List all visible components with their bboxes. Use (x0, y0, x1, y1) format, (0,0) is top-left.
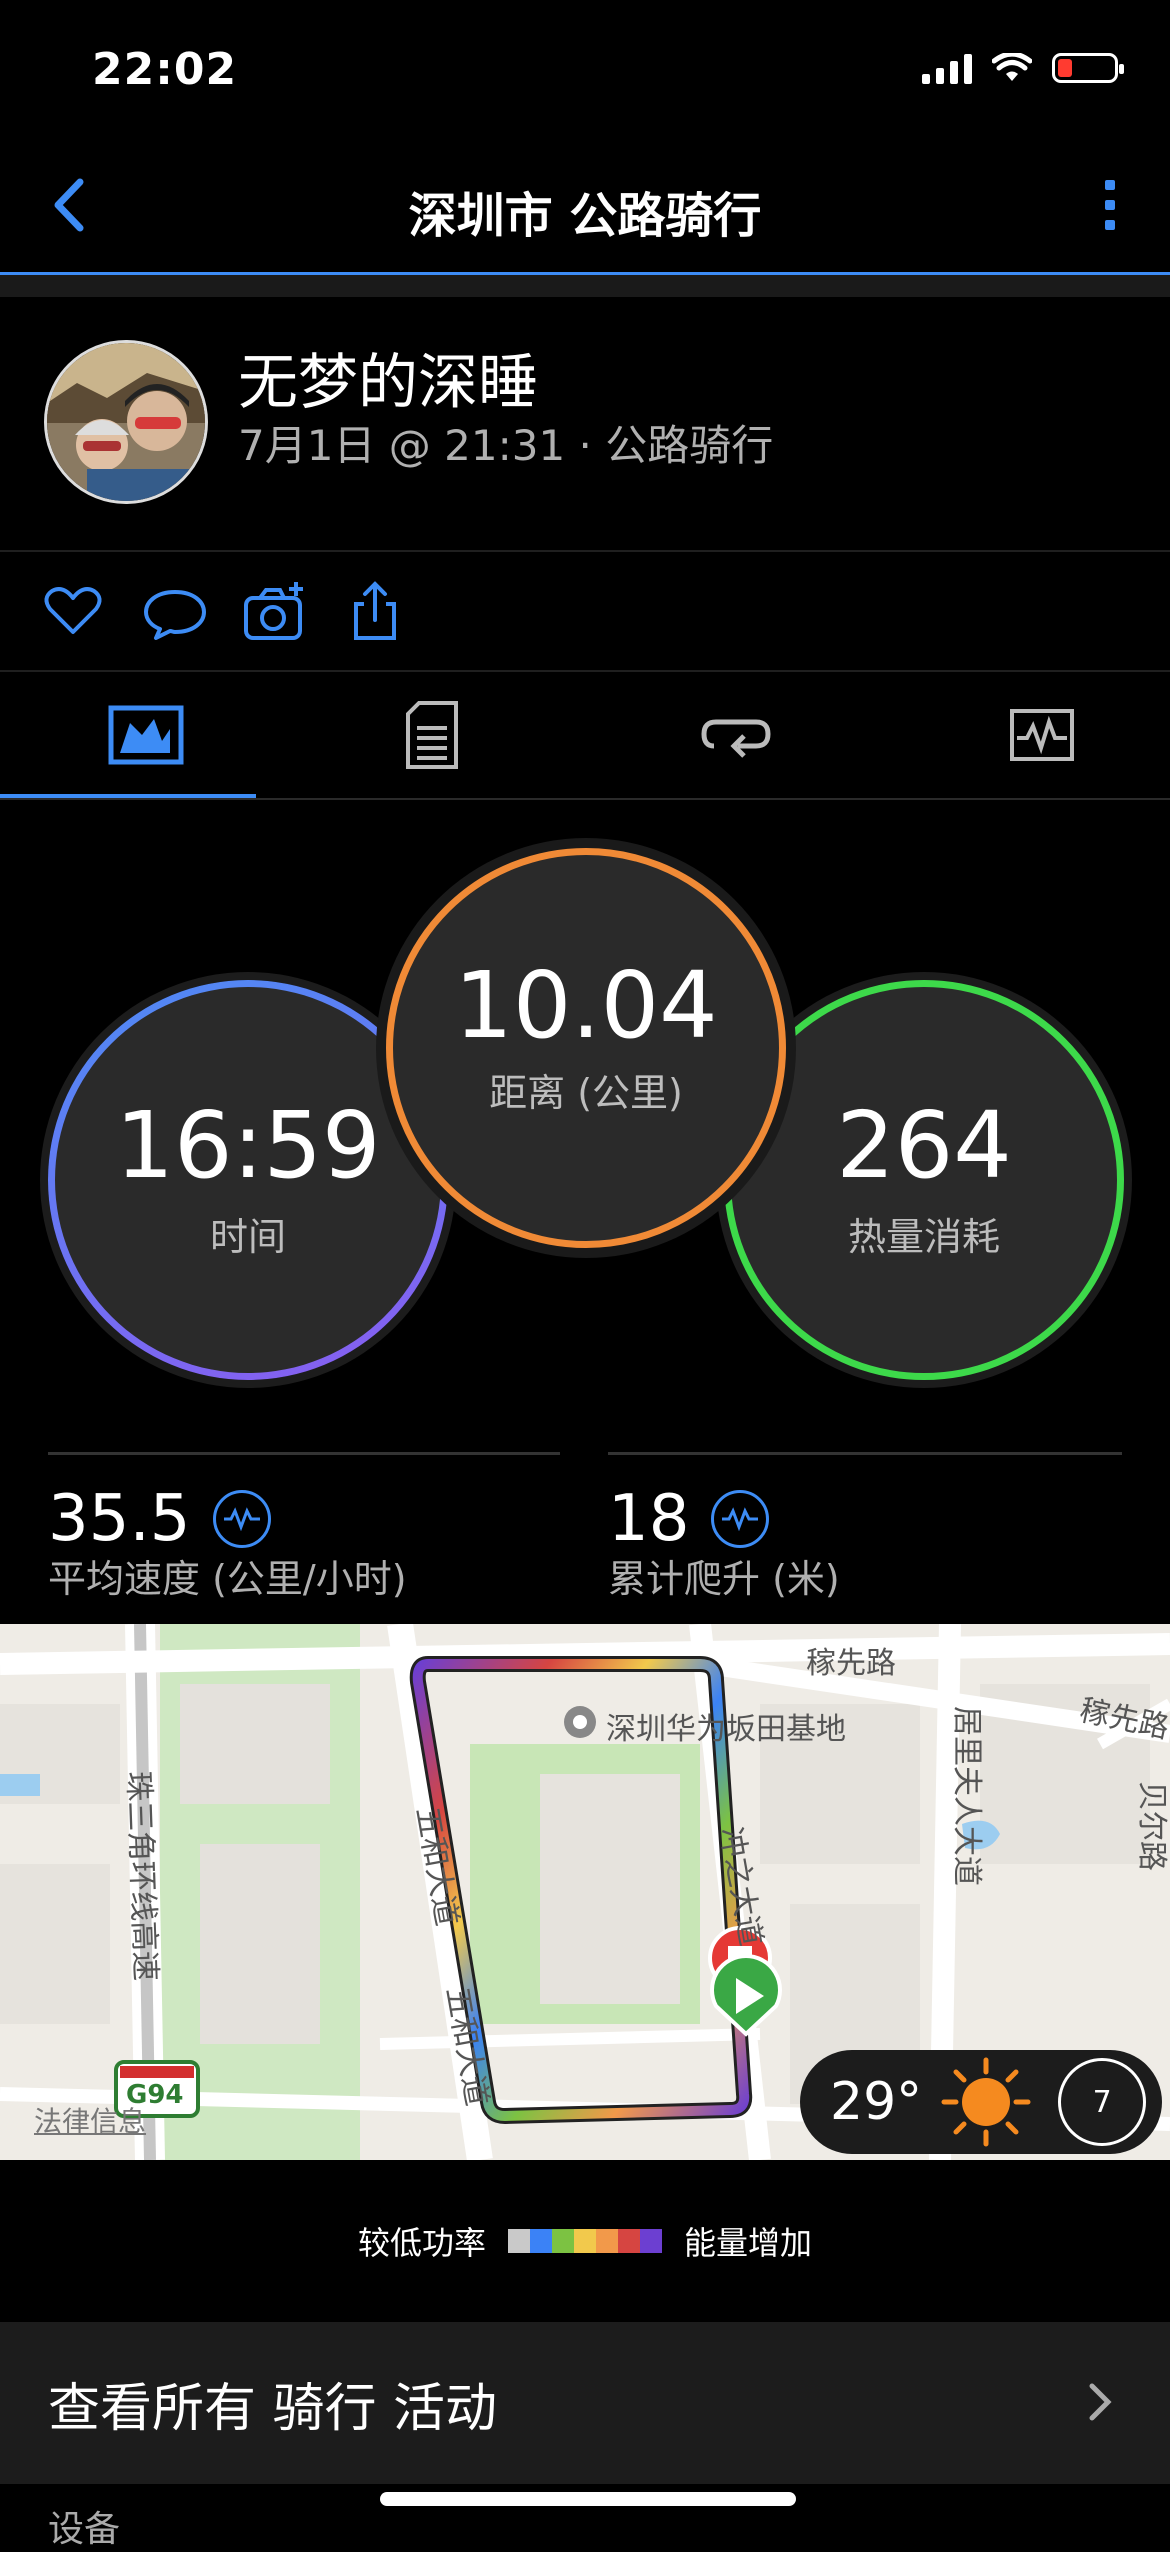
share-icon (354, 581, 396, 640)
ascent-value: 18 (608, 1482, 690, 1556)
chart-wave-icon[interactable] (711, 1490, 770, 1548)
status-time: 22:02 (92, 44, 238, 95)
battery-icon (1052, 53, 1124, 83)
tab-overview[interactable] (0, 672, 292, 798)
view-all-activities-label: 查看所有 骑行 活动 (48, 2379, 498, 2439)
calories-value: 264 (836, 1091, 1012, 1199)
home-indicator[interactable] (380, 2492, 796, 2506)
legend-low-label: 较低功率 (357, 2224, 486, 2262)
status-icons (922, 52, 1124, 84)
calories-label: 热量消耗 (847, 1214, 1000, 1259)
more-menu-icon[interactable] (1090, 170, 1130, 240)
power-legend: 较低功率 能量增加 (0, 2218, 1170, 2264)
wind-speed: 7 (1092, 2084, 1112, 2120)
distance-value: 10.04 (454, 951, 718, 1059)
legend-swatch (596, 2229, 618, 2253)
weather-badge: 29° 7 (800, 2050, 1162, 2154)
avg-speed-value: 35.5 (48, 1482, 191, 1556)
details-list-icon (406, 701, 458, 769)
comment-button[interactable] (142, 578, 208, 644)
legend-swatch (640, 2229, 662, 2253)
legend-swatches (508, 2229, 662, 2253)
signal-icon (922, 52, 972, 84)
chart-wave-icon[interactable] (212, 1490, 271, 1548)
stat-divider (608, 1452, 1122, 1455)
page-title: 深圳市 公路骑行 (408, 188, 762, 244)
legend-swatch (574, 2229, 596, 2253)
distance-label: 距离 (公里) (489, 1070, 683, 1115)
share-button[interactable] (342, 578, 408, 644)
stat-divider (48, 1452, 560, 1455)
tab-graphs[interactable] (896, 672, 1170, 798)
tab-details[interactable] (286, 672, 578, 798)
user-name[interactable]: 无梦的深睡 (238, 334, 538, 421)
chevron-right-icon (1089, 2383, 1112, 2421)
sun-icon (941, 2057, 1031, 2147)
laps-loop-icon (701, 719, 771, 758)
distance-ring: 10.04 距离 (公里) (386, 848, 786, 1248)
temperature: 29° (830, 2072, 923, 2132)
legend-high-label: 能量增加 (684, 2224, 813, 2262)
divider (0, 798, 1170, 800)
map-road-label: 稼先路 (806, 1646, 896, 1681)
device-section-label: 设备 (48, 2509, 121, 2550)
wind-indicator: 7 (1058, 2058, 1147, 2146)
graph-icon (1010, 709, 1074, 761)
legend-swatch (618, 2229, 640, 2253)
map-road-label: 居里夫人大道 (949, 1706, 984, 1886)
tab-laps[interactable] (590, 672, 882, 798)
activity-meta: 7月1日 @ 21:31 · 公路骑行 (238, 421, 774, 470)
like-button[interactable] (40, 578, 106, 644)
heart-icon (44, 587, 102, 634)
comment-icon (144, 590, 206, 640)
camera-add-icon (244, 582, 303, 640)
avatar[interactable] (44, 340, 208, 504)
add-photo-button[interactable] (242, 578, 308, 644)
time-value: 16:59 (115, 1091, 381, 1199)
overview-chart-icon (108, 705, 184, 765)
legend-swatch (508, 2229, 530, 2253)
legal-info-link[interactable]: 法律信息 (34, 2100, 146, 2140)
total-ascent[interactable]: 18 (608, 1482, 770, 1556)
avg-speed[interactable]: 35.5 (48, 1482, 271, 1556)
legend-swatch (530, 2229, 552, 2253)
map-poi-label: 深圳华为坂田基地 (606, 1712, 846, 1747)
map-road-label: 贝尔路 (1134, 1781, 1169, 1871)
time-label: 时间 (209, 1214, 286, 1259)
nav-shadow (0, 275, 1170, 297)
map-road-label: 珠三角环线高速 (120, 1770, 163, 1982)
divider (0, 550, 1170, 552)
legend-swatch (552, 2229, 574, 2253)
wifi-icon (992, 53, 1032, 81)
ascent-label: 累计爬升 (米) (608, 1557, 840, 1601)
avg-speed-label: 平均速度 (公里/小时) (48, 1557, 407, 1601)
